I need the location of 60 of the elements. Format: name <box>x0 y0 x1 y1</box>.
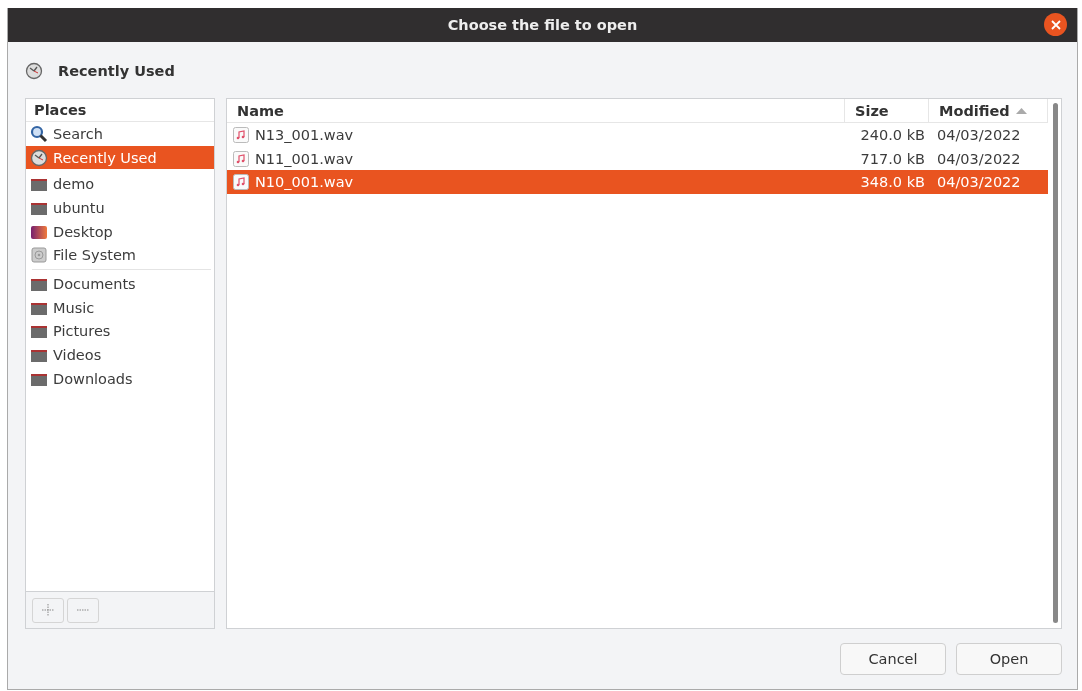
place-item[interactable]: Desktop <box>26 219 214 244</box>
audio-file-icon <box>233 150 249 167</box>
place-label: Search <box>53 125 103 142</box>
file-date: 04/03/2022 <box>936 174 1022 191</box>
place-item[interactable]: Music <box>26 295 214 320</box>
file-size: 348.0 kB <box>859 174 926 191</box>
place-item[interactable]: Pictures <box>26 319 214 344</box>
place-label: Downloads <box>53 370 133 387</box>
place-label: ubuntu <box>53 199 105 216</box>
desktop-icon <box>30 223 48 240</box>
place-label: demo <box>53 176 95 193</box>
file-date: 04/03/2022 <box>936 150 1022 167</box>
remove-button[interactable] <box>67 597 99 623</box>
folder-icon <box>30 347 48 364</box>
search-icon <box>30 124 48 143</box>
close-button[interactable] <box>1044 13 1067 36</box>
place-item[interactable]: ubuntu <box>26 196 214 220</box>
add-button[interactable] <box>32 597 64 623</box>
folder-icon <box>30 176 48 193</box>
file-row[interactable]: N11_001.wav 717.0 kB 04/03/2022 <box>227 146 1048 171</box>
place-item[interactable]: Videos <box>26 343 214 367</box>
place-item[interactable]: Downloads <box>26 366 214 391</box>
open-button[interactable]: Open <box>956 643 1062 675</box>
column-header[interactable]: Name <box>227 99 845 122</box>
place-label: Videos <box>53 347 102 364</box>
minus-icon <box>76 608 90 612</box>
plus-icon <box>41 603 55 617</box>
place-label: Desktop <box>53 223 113 240</box>
file-name: N13_001.wav <box>255 126 354 143</box>
place-item[interactable]: Search <box>26 122 214 146</box>
file-name: N10_001.wav <box>255 174 354 191</box>
audio-file-icon <box>233 126 249 143</box>
column-header[interactable]: Modified <box>929 99 1048 122</box>
clock-icon <box>30 148 48 167</box>
place-item[interactable]: Documents <box>26 272 214 296</box>
drive-icon <box>30 246 48 265</box>
place-label: Documents <box>53 275 136 292</box>
clock-icon <box>25 62 43 80</box>
column-header[interactable]: Size <box>845 99 929 122</box>
file-row[interactable]: N13_001.wav 240.0 kB 04/03/2022 <box>227 123 1048 147</box>
place-item[interactable]: demo <box>26 172 214 197</box>
file-size: 240.0 kB <box>859 126 926 143</box>
place-label: Music <box>53 299 95 316</box>
file-date: 04/03/2022 <box>936 126 1022 143</box>
place-item[interactable]: Recently Used <box>26 145 214 170</box>
place-label: File System <box>53 247 136 264</box>
place-label: Pictures <box>53 323 111 340</box>
place-item[interactable]: File System <box>26 243 214 268</box>
cancel-button[interactable]: Cancel <box>840 643 946 675</box>
location-label: Recently Used <box>58 63 175 79</box>
window-title: Choose the file to open <box>447 17 638 33</box>
close-icon <box>1050 19 1061 30</box>
column-header[interactable]: Places <box>26 99 214 122</box>
place-label: Recently Used <box>53 149 157 166</box>
file-size: 717.0 kB <box>859 150 926 167</box>
file-row[interactable]: N10_001.wav 348.0 kB 04/03/2022 <box>227 170 1048 195</box>
scrollbar[interactable] <box>1053 103 1058 623</box>
audio-file-icon <box>233 174 249 191</box>
file-name: N11_001.wav <box>255 150 354 167</box>
folder-icon <box>30 323 48 340</box>
